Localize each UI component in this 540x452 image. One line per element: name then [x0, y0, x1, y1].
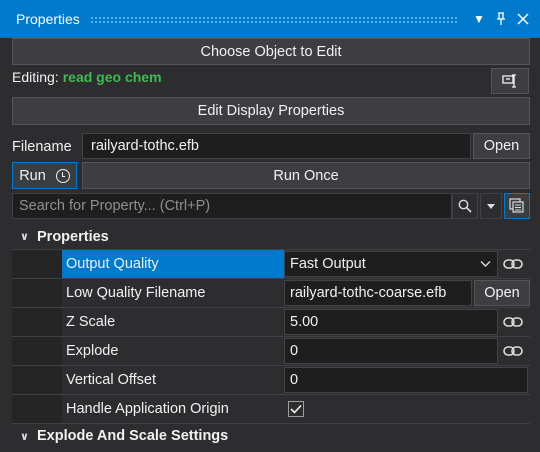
categorize-toggle-button[interactable] [504, 193, 530, 219]
pin-icon[interactable] [490, 8, 512, 30]
close-icon[interactable] [512, 8, 534, 30]
category-properties[interactable]: ∨ Properties [12, 224, 530, 249]
filename-open-button[interactable]: Open [473, 133, 530, 159]
low-quality-open-button[interactable]: Open [474, 280, 530, 306]
choose-object-button[interactable]: Choose Object to Edit [12, 38, 530, 65]
output-quality-value: Fast Output [290, 256, 366, 272]
chevron-down-icon [480, 261, 491, 267]
property-name: Z Scale [62, 307, 284, 336]
dropdown-arrow-icon[interactable]: ▼ [468, 8, 490, 30]
low-quality-filename-field[interactable]: railyard-tothc-coarse.efb [284, 280, 472, 306]
property-grid: ∨ Properties Output Quality Fast Output … [12, 224, 530, 448]
run-button[interactable]: Run [12, 162, 77, 189]
property-name: Handle Application Origin [62, 394, 284, 423]
property-row-vertical-offset[interactable]: Vertical Offset 0 [12, 365, 530, 394]
property-search-input[interactable]: Search for Property... (Ctrl+P) [12, 193, 452, 219]
editing-status: Editing: read geo chem [12, 69, 162, 85]
property-name: Output Quality [62, 249, 284, 278]
run-button-label: Run [19, 167, 46, 184]
search-icon[interactable] [452, 193, 478, 219]
category-label: Explode And Scale Settings [37, 428, 229, 444]
panel-title: Properties [16, 11, 80, 27]
output-quality-select[interactable]: Fast Output [284, 251, 498, 277]
chevron-down-icon: ∨ [20, 231, 29, 243]
property-name: Vertical Offset [62, 365, 284, 394]
pick-object-icon [502, 74, 516, 88]
property-row-handle-application-origin[interactable]: Handle Application Origin [12, 394, 530, 423]
property-row-output-quality[interactable]: Output Quality Fast Output [12, 249, 530, 278]
explode-field[interactable]: 0 [284, 338, 498, 364]
edit-display-properties-button[interactable]: Edit Display Properties [12, 97, 530, 125]
vertical-offset-field[interactable]: 0 [284, 367, 528, 393]
category-explode-and-scale[interactable]: ∨ Explode And Scale Settings [12, 423, 530, 448]
editing-label: Editing: [12, 69, 59, 85]
filename-label: Filename [12, 139, 72, 155]
property-row-low-quality-filename[interactable]: Low Quality Filename railyard-tothc-coar… [12, 278, 530, 307]
link-icon[interactable] [498, 345, 528, 357]
checkmark-icon [290, 404, 302, 414]
chevron-down-icon: ∨ [20, 430, 29, 443]
titlebar-grip [89, 15, 458, 23]
property-name: Explode [62, 336, 284, 365]
property-row-z-scale[interactable]: Z Scale 5.00 [12, 307, 530, 336]
filename-field[interactable]: railyard-tothc.efb [82, 133, 471, 159]
z-scale-field[interactable]: 5.00 [284, 309, 498, 335]
chevron-down-icon [487, 204, 495, 209]
clock-icon [55, 168, 70, 183]
link-icon[interactable] [498, 258, 528, 270]
property-row-explode[interactable]: Explode 0 [12, 336, 530, 365]
pick-object-button[interactable] [491, 68, 529, 94]
category-label: Properties [37, 228, 109, 245]
run-once-button[interactable]: Run Once [82, 162, 530, 189]
search-options-dropdown[interactable] [480, 193, 502, 219]
panel-titlebar: Properties ▼ [0, 0, 540, 38]
handle-origin-checkbox[interactable] [288, 401, 304, 417]
property-name: Low Quality Filename [62, 278, 284, 307]
categorize-icon [509, 198, 524, 213]
link-icon[interactable] [498, 316, 528, 328]
editing-object-name: read geo chem [62, 69, 162, 85]
